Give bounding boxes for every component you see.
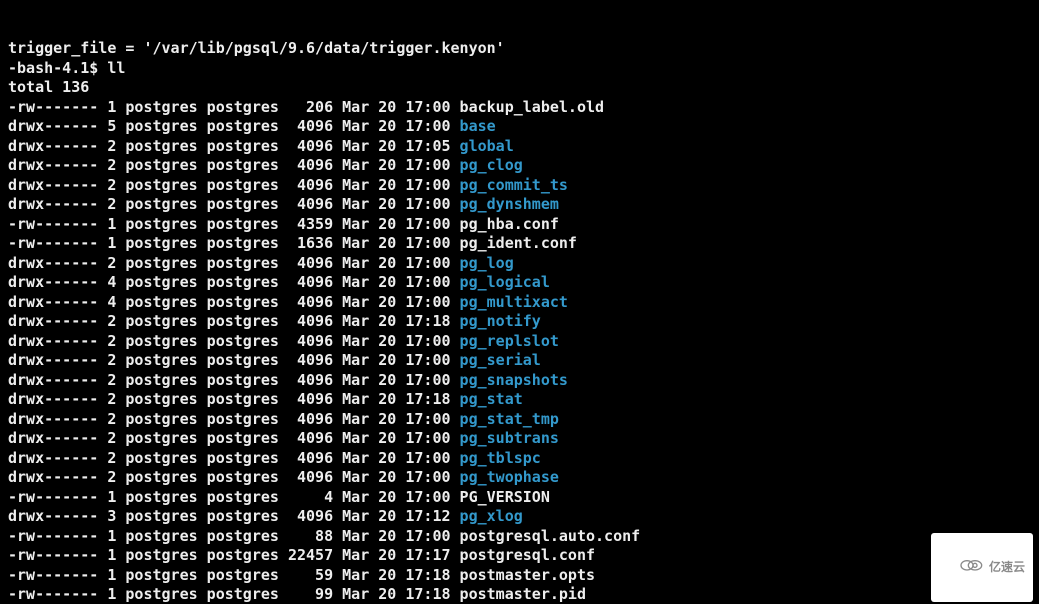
directory-name: pg_replslot: [460, 332, 559, 350]
ls-row: -rw------- 1 postgres postgres 1636 Mar …: [8, 234, 577, 252]
directory-name: pg_clog: [460, 156, 523, 174]
terminal-line: total 136: [8, 78, 89, 96]
terminal-window[interactable]: trigger_file = '/var/lib/pgsql/9.6/data/…: [0, 0, 1039, 604]
file-name: backup_label.old: [460, 98, 605, 116]
ls-row: drwx------ 2 postgres postgres 4096 Mar …: [8, 156, 523, 174]
watermark-badge: 亿速云: [931, 533, 1033, 603]
ls-row: drwx------ 2 postgres postgres 4096 Mar …: [8, 371, 568, 389]
ls-row: drwx------ 2 postgres postgres 4096 Mar …: [8, 195, 559, 213]
ls-row: -rw------- 1 postgres postgres 22457 Mar…: [8, 546, 595, 564]
ls-row: drwx------ 3 postgres postgres 4096 Mar …: [8, 507, 523, 525]
ls-row: drwx------ 2 postgres postgres 4096 Mar …: [8, 410, 559, 428]
ls-row: -rw------- 1 postgres postgres 99 Mar 20…: [8, 585, 586, 603]
ls-row: drwx------ 2 postgres postgres 4096 Mar …: [8, 390, 523, 408]
directory-name: pg_twophase: [460, 468, 559, 486]
terminal-output: trigger_file = '/var/lib/pgsql/9.6/data/…: [8, 39, 1039, 604]
ls-row: -rw------- 1 postgres postgres 206 Mar 2…: [8, 98, 604, 116]
terminal-line: trigger_file = '/var/lib/pgsql/9.6/data/…: [8, 39, 505, 57]
ls-row: drwx------ 2 postgres postgres 4096 Mar …: [8, 468, 559, 486]
directory-name: pg_log: [460, 254, 514, 272]
directory-name: pg_commit_ts: [460, 176, 568, 194]
ls-row: drwx------ 2 postgres postgres 4096 Mar …: [8, 332, 559, 350]
directory-name: pg_multixact: [460, 293, 568, 311]
ls-row: drwx------ 5 postgres postgres 4096 Mar …: [8, 117, 496, 135]
ls-row: drwx------ 2 postgres postgres 4096 Mar …: [8, 254, 514, 272]
file-name: PG_VERSION: [460, 488, 550, 506]
ls-row: drwx------ 4 postgres postgres 4096 Mar …: [8, 293, 568, 311]
directory-name: pg_dynshmem: [460, 195, 559, 213]
directory-name: pg_tblspc: [460, 449, 541, 467]
ls-row: drwx------ 2 postgres postgres 4096 Mar …: [8, 351, 541, 369]
cloud-icon: [937, 537, 985, 599]
file-name: postmaster.opts: [460, 566, 595, 584]
ls-row: -rw------- 1 postgres postgres 4359 Mar …: [8, 215, 559, 233]
directory-name: pg_stat: [460, 390, 523, 408]
file-name: postgresql.auto.conf: [460, 527, 641, 545]
directory-name: pg_logical: [460, 273, 550, 291]
directory-name: pg_serial: [460, 351, 541, 369]
directory-name: pg_subtrans: [460, 429, 559, 447]
file-name: pg_hba.conf: [460, 215, 559, 233]
ls-row: drwx------ 2 postgres postgres 4096 Mar …: [8, 429, 559, 447]
directory-name: global: [460, 137, 514, 155]
directory-name: pg_snapshots: [460, 371, 568, 389]
file-name: postgresql.conf: [460, 546, 595, 564]
ls-row: -rw------- 1 postgres postgres 59 Mar 20…: [8, 566, 595, 584]
ls-row: drwx------ 2 postgres postgres 4096 Mar …: [8, 449, 541, 467]
file-name: pg_ident.conf: [460, 234, 577, 252]
ls-row: drwx------ 4 postgres postgres 4096 Mar …: [8, 273, 550, 291]
directory-name: pg_notify: [460, 312, 541, 330]
ls-row: drwx------ 2 postgres postgres 4096 Mar …: [8, 137, 514, 155]
directory-name: pg_stat_tmp: [460, 410, 559, 428]
ls-row: drwx------ 2 postgres postgres 4096 Mar …: [8, 312, 541, 330]
directory-name: base: [460, 117, 496, 135]
ls-row: drwx------ 2 postgres postgres 4096 Mar …: [8, 176, 568, 194]
watermark-text: 亿速云: [989, 558, 1025, 578]
terminal-line: -bash-4.1$ ll: [8, 59, 125, 77]
ls-row: -rw------- 1 postgres postgres 4 Mar 20 …: [8, 488, 550, 506]
file-name: postmaster.pid: [460, 585, 586, 603]
ls-row: -rw------- 1 postgres postgres 88 Mar 20…: [8, 527, 640, 545]
directory-name: pg_xlog: [460, 507, 523, 525]
